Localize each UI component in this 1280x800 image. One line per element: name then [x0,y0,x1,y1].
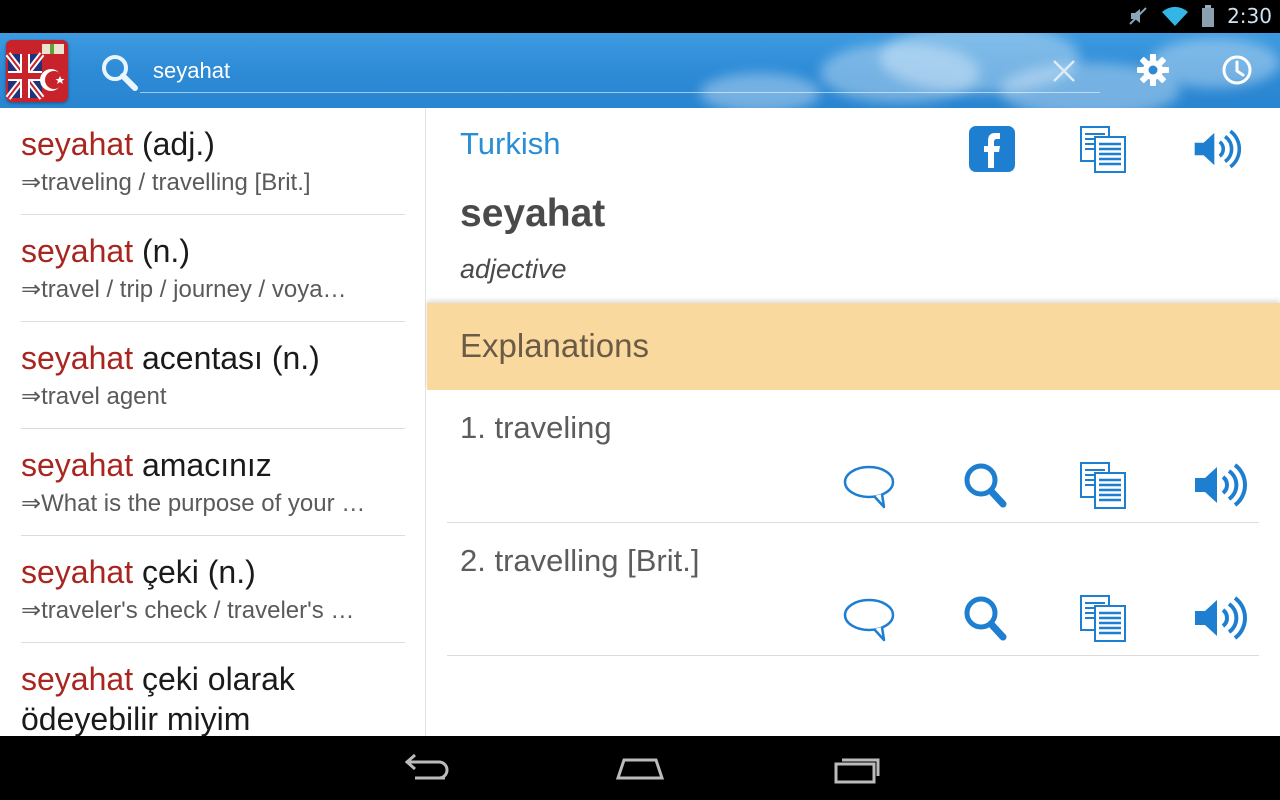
settings-icon[interactable] [1134,51,1172,89]
copy-icon[interactable] [1075,460,1131,510]
speaker-icon[interactable] [1192,460,1248,510]
language-label: Turkish [460,126,561,161]
result-headword: seyahat (adj.) [21,126,215,162]
back-icon[interactable] [395,750,455,786]
meaning-text: 2. travelling [Brit.] [460,543,700,578]
search-icon[interactable] [959,460,1015,510]
part-of-speech: adjective [460,254,567,284]
comment-icon[interactable] [842,462,898,512]
content-area: seyahat (adj.) ⇒traveling / travelling [… [0,108,1280,736]
list-item[interactable]: seyahat (n.) ⇒travel / trip / journey / … [21,231,405,322]
section-title: Explanations [460,327,649,364]
list-item[interactable]: seyahat (adj.) ⇒traveling / travelling [… [21,124,405,215]
wifi-icon [1162,6,1189,27]
facebook-icon[interactable] [967,124,1017,174]
search-icon [102,55,138,91]
clear-icon[interactable] [1046,53,1082,89]
result-headword-cont: ödeyebilir miyim [21,701,251,736]
entry-detail: Turkish seyahat adjective Explanations 1… [427,108,1280,736]
status-bar: 2:30 [0,0,1280,33]
recents-icon[interactable] [828,750,888,786]
home-icon[interactable] [610,750,670,786]
result-headword: seyahat çeki (n.) [21,554,256,590]
list-item[interactable]: seyahat acentası (n.) ⇒travel agent [21,338,405,429]
result-translation: ⇒travel / trip / journey / voya… [21,276,347,303]
speaker-icon[interactable] [1192,124,1242,174]
result-headword: seyahat (n.) [21,233,190,269]
comment-icon[interactable] [842,595,898,645]
results-list: seyahat (adj.) ⇒traveling / travelling [… [0,108,426,736]
result-translation: ⇒traveling / travelling [Brit.] [21,169,311,196]
search-icon[interactable] [959,593,1015,643]
headword: seyahat [460,192,606,235]
battery-icon [1202,5,1215,27]
result-translation: ⇒travel agent [21,383,167,410]
copy-icon[interactable] [1078,124,1128,174]
search-input[interactable] [140,49,1100,93]
result-headword: seyahat acentası (n.) [21,340,320,376]
result-headword: seyahat amacınız [21,447,272,483]
list-item[interactable]: seyahat çeki olarak ödeyebilir miyim [21,659,405,736]
action-bar [0,33,1280,108]
meaning-row: 1. traveling [447,390,1259,523]
list-item[interactable]: seyahat çeki (n.) ⇒traveler's check / tr… [21,552,405,643]
history-icon[interactable] [1218,51,1256,89]
mute-icon [1129,7,1147,25]
navigation-bar [0,736,1280,800]
clock: 2:30 [1227,4,1272,28]
dictionary-flag-icon[interactable] [6,40,68,102]
speaker-icon[interactable] [1192,593,1248,643]
copy-icon[interactable] [1075,593,1131,643]
meaning-text: 1. traveling [460,410,612,445]
result-translation: ⇒traveler's check / traveler's … [21,597,355,624]
meaning-row: 2. travelling [Brit.] [447,523,1259,656]
result-translation: ⇒What is the purpose of your … [21,490,366,517]
list-item[interactable]: seyahat amacınız ⇒What is the purpose of… [21,445,405,536]
result-headword: seyahat çeki olarak [21,661,295,697]
section-header: Explanations [427,303,1280,390]
